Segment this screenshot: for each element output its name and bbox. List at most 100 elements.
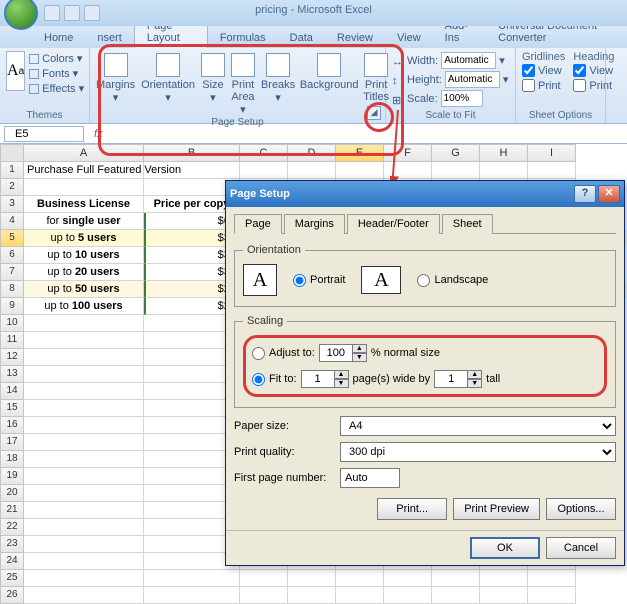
- first-page-input[interactable]: [340, 468, 400, 488]
- column-header-d[interactable]: D: [288, 144, 336, 162]
- cell[interactable]: [432, 570, 480, 587]
- row-header[interactable]: 15: [0, 400, 24, 417]
- row-header[interactable]: 8: [0, 281, 24, 298]
- row-header[interactable]: 23: [0, 536, 24, 553]
- cell[interactable]: [384, 570, 432, 587]
- spin-up-icon[interactable]: ▲: [468, 370, 482, 379]
- cell[interactable]: up to 100 users: [24, 298, 144, 315]
- tab-data[interactable]: Data: [278, 28, 325, 48]
- cell[interactable]: [336, 162, 384, 179]
- cell[interactable]: [528, 162, 576, 179]
- row-header[interactable]: 1: [0, 162, 24, 179]
- cell[interactable]: up to 5 users: [24, 230, 144, 247]
- cell[interactable]: [24, 400, 144, 417]
- cell[interactable]: [24, 536, 144, 553]
- cell[interactable]: [432, 162, 480, 179]
- ok-button[interactable]: OK: [470, 537, 540, 559]
- cell[interactable]: up to 50 users: [24, 281, 144, 298]
- fit-wide-input[interactable]: [301, 370, 335, 388]
- paper-size-select[interactable]: A4: [340, 416, 616, 436]
- row-header[interactable]: 11: [0, 332, 24, 349]
- row-header[interactable]: 12: [0, 349, 24, 366]
- height-input[interactable]: [445, 71, 500, 88]
- dtab-sheet[interactable]: Sheet: [442, 214, 493, 234]
- cell[interactable]: [336, 587, 384, 604]
- spin-up-icon[interactable]: ▲: [335, 370, 349, 379]
- name-box[interactable]: E5: [4, 126, 84, 142]
- cell[interactable]: [480, 162, 528, 179]
- row-header[interactable]: 3: [0, 196, 24, 213]
- cell[interactable]: [24, 332, 144, 349]
- cell[interactable]: [24, 485, 144, 502]
- dialog-title-bar[interactable]: Page Setup ? ✕: [226, 181, 624, 207]
- spin-up-icon[interactable]: ▲: [353, 344, 367, 353]
- row-header[interactable]: 13: [0, 366, 24, 383]
- row-header[interactable]: 17: [0, 434, 24, 451]
- close-button[interactable]: ✕: [598, 185, 620, 203]
- size-button[interactable]: Size▾: [201, 51, 225, 116]
- tab-home[interactable]: Home: [32, 28, 85, 48]
- width-input[interactable]: [441, 52, 496, 69]
- fit-to-radio[interactable]: [252, 373, 265, 386]
- cell[interactable]: Purchase Full Featured Version: [24, 162, 144, 179]
- scale-input[interactable]: [441, 90, 483, 107]
- cell[interactable]: [24, 349, 144, 366]
- cell[interactable]: [24, 366, 144, 383]
- colors-button[interactable]: Colors ▾: [29, 51, 84, 66]
- dtab-header-footer[interactable]: Header/Footer: [347, 214, 440, 234]
- cell[interactable]: [336, 570, 384, 587]
- cell[interactable]: [240, 587, 288, 604]
- row-header[interactable]: 2: [0, 179, 24, 196]
- row-header[interactable]: 25: [0, 570, 24, 587]
- fx-icon[interactable]: fx: [94, 128, 103, 140]
- spin-down-icon[interactable]: ▼: [353, 353, 367, 362]
- row-header[interactable]: 16: [0, 417, 24, 434]
- adjust-to-input[interactable]: [319, 344, 353, 362]
- cell[interactable]: [384, 162, 432, 179]
- row-header[interactable]: 10: [0, 315, 24, 332]
- column-header-h[interactable]: H: [480, 144, 528, 162]
- column-header-c[interactable]: C: [240, 144, 288, 162]
- row-header[interactable]: 24: [0, 553, 24, 570]
- office-button[interactable]: [4, 0, 38, 30]
- row-header[interactable]: 7: [0, 264, 24, 281]
- column-header-f[interactable]: F: [384, 144, 432, 162]
- row-header[interactable]: 4: [0, 213, 24, 230]
- print-area-button[interactable]: Print Area▾: [231, 51, 255, 116]
- cell[interactable]: [24, 315, 144, 332]
- cell[interactable]: for single user: [24, 213, 144, 230]
- cell[interactable]: up to 10 users: [24, 247, 144, 264]
- headings-print-checkbox[interactable]: [573, 79, 586, 92]
- cell[interactable]: [24, 553, 144, 570]
- spin-down-icon[interactable]: ▼: [468, 379, 482, 388]
- row-header[interactable]: 18: [0, 451, 24, 468]
- cell[interactable]: [24, 519, 144, 536]
- help-button[interactable]: ?: [574, 185, 596, 203]
- fit-tall-input[interactable]: [434, 370, 468, 388]
- column-header-e[interactable]: E: [336, 144, 384, 162]
- cell[interactable]: [24, 570, 144, 587]
- cell[interactable]: [24, 179, 144, 196]
- column-header-g[interactable]: G: [432, 144, 480, 162]
- cell[interactable]: [240, 570, 288, 587]
- gridlines-view-checkbox[interactable]: [522, 64, 535, 77]
- row-header[interactable]: 26: [0, 587, 24, 604]
- background-button[interactable]: Background: [301, 51, 357, 116]
- cell[interactable]: [24, 468, 144, 485]
- row-header[interactable]: 21: [0, 502, 24, 519]
- landscape-radio[interactable]: [417, 274, 430, 287]
- row-header[interactable]: 19: [0, 468, 24, 485]
- row-header[interactable]: 6: [0, 247, 24, 264]
- cell[interactable]: [144, 162, 240, 179]
- column-header-b[interactable]: B: [144, 144, 240, 162]
- cell[interactable]: [384, 587, 432, 604]
- tab-formulas[interactable]: Formulas: [208, 28, 278, 48]
- select-all-corner[interactable]: [0, 144, 24, 162]
- gridlines-print-checkbox[interactable]: [522, 79, 535, 92]
- cell[interactable]: [24, 383, 144, 400]
- adjust-to-radio[interactable]: [252, 347, 265, 360]
- tab-review[interactable]: Review: [325, 28, 385, 48]
- dtab-margins[interactable]: Margins: [284, 214, 345, 234]
- cell[interactable]: [288, 587, 336, 604]
- cell[interactable]: [144, 570, 240, 587]
